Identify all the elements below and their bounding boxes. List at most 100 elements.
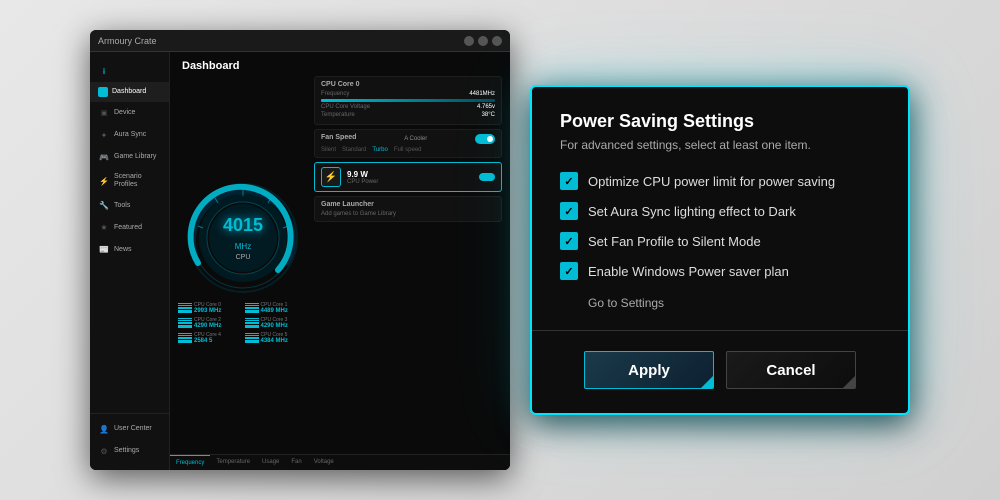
core-bar-icon-5 [245, 333, 259, 343]
checkbox-label-windows: Enable Windows Power saver plan [588, 264, 789, 279]
right-panel: CPU Core 0 Frequency 4481MHz CPU Core Vo… [314, 76, 502, 450]
fan-title: Fan Speed [321, 134, 356, 141]
sidebar-item-dashboard[interactable]: Dashboard [90, 82, 169, 102]
core-info-1: CPU Core 1 4489 MHz [261, 302, 288, 314]
cpu-core0-title: CPU Core 0 [321, 81, 495, 88]
sidebar-item-game-library[interactable]: 🎮 Game Library [90, 146, 169, 168]
game-launcher-title: Game Launcher [321, 201, 495, 208]
title-bar-controls [464, 36, 502, 46]
tab-voltage[interactable]: Voltage [308, 455, 340, 470]
sidebar-item-info: i [90, 60, 169, 82]
sidebar-label-user: User Center [114, 425, 152, 433]
core-mhz-3: 4290 MHz [261, 323, 288, 329]
core-mhz-5: 4384 MHz [261, 338, 288, 344]
core-info-3: CPU Core 3 4290 MHz [261, 317, 288, 329]
checkbox-item-fan[interactable]: Set Fan Profile to Silent Mode [560, 232, 880, 250]
cancel-button[interactable]: Cancel [726, 351, 856, 389]
freq-value: 4481MHz [469, 91, 495, 97]
freq-row: Frequency 4481MHz [321, 91, 495, 97]
tab-temperature[interactable]: Temperature [210, 455, 256, 470]
power-saving-card: ⚡ 9.9 W CPU Power [314, 162, 502, 192]
core-item-2: CPU Core 2 4290 MHz [178, 317, 242, 329]
checkbox-item-aura[interactable]: Set Aura Sync lighting effect to Dark [560, 202, 880, 220]
sidebar-item-user-center[interactable]: 👤 User Center [90, 418, 169, 440]
fan-preset-standard[interactable]: Standard [342, 147, 366, 153]
sidebar-item-aura-sync[interactable]: ✦ Aura Sync [90, 124, 169, 146]
fan-toggle: Fan Speed A Cooler [321, 134, 495, 144]
sidebar-item-tools[interactable]: 🔧 Tools [90, 195, 169, 217]
dialog-divider [532, 330, 908, 331]
core-info-0: CPU Core 0 2993 MHz [194, 302, 221, 314]
checkbox-item-cpu[interactable]: Optimize CPU power limit for power savin… [560, 172, 880, 190]
title-bar: Armoury Crate [90, 30, 510, 52]
dashboard-icon [98, 87, 108, 97]
checkbox-windows[interactable] [560, 262, 578, 280]
close-button[interactable] [492, 36, 502, 46]
power-icon: ⚡ [321, 167, 341, 187]
speedo-unit: MHz [235, 242, 251, 251]
tools-icon: 🔧 [98, 200, 110, 212]
core-mhz-0: 2993 MHz [194, 308, 221, 314]
fan-preset-turbo[interactable]: Turbo [372, 147, 387, 153]
sidebar: i Dashboard ▣ Device ✦ Aura Sync 🎮 Game … [90, 52, 170, 470]
sidebar-divider [90, 413, 169, 414]
settings-icon: ⚙ [98, 445, 110, 457]
fan-preset-full[interactable]: Full speed [394, 147, 422, 153]
game-icon: 🎮 [98, 151, 110, 163]
sidebar-item-device[interactable]: ▣ Device [90, 102, 169, 124]
sidebar-label-tools: Tools [114, 202, 130, 210]
app-title: Armoury Crate [98, 36, 157, 46]
scenario-icon: ⚡ [98, 175, 110, 187]
sidebar-label-scenario: Scenario Profiles [114, 173, 161, 190]
sidebar-label-aura: Aura Sync [114, 131, 146, 139]
goto-settings-link[interactable]: Go to Settings [588, 296, 880, 310]
power-saving-toggle[interactable] [479, 173, 495, 181]
sidebar-label-game: Game Library [114, 153, 156, 161]
core-bar-icon-3 [245, 318, 259, 328]
sidebar-item-featured[interactable]: ★ Featured [90, 217, 169, 239]
game-launcher-card: Game Launcher Add games to Game Library [314, 196, 502, 222]
maximize-button[interactable] [478, 36, 488, 46]
sidebar-label-featured: Featured [114, 224, 142, 232]
core-item-0: CPU Core 0 2993 MHz [178, 302, 242, 314]
temp-row: Temperature 38°C [321, 112, 495, 118]
checkbox-cpu[interactable] [560, 172, 578, 190]
checkbox-aura[interactable] [560, 202, 578, 220]
core-info-2: CPU Core 2 4290 MHz [194, 317, 221, 329]
apply-button[interactable]: Apply [584, 351, 714, 389]
core-mhz-2: 4290 MHz [194, 323, 221, 329]
speedo-label: CPU [223, 254, 263, 261]
tab-fan[interactable]: Fan [285, 455, 307, 470]
speedometer-area: 4015 MHz CPU [178, 76, 308, 450]
device-icon: ▣ [98, 107, 110, 119]
sidebar-item-news[interactable]: 📰 News [90, 239, 169, 261]
tab-frequency[interactable]: Frequency [170, 455, 210, 470]
checkbox-label-cpu: Optimize CPU power limit for power savin… [588, 174, 835, 189]
sidebar-label-dashboard: Dashboard [112, 88, 146, 96]
fan-toggle-switch[interactable] [475, 134, 495, 144]
tab-usage[interactable]: Usage [256, 455, 285, 470]
speedometer: 4015 MHz CPU [183, 178, 303, 298]
user-icon: 👤 [98, 423, 110, 435]
dashboard-body: 4015 MHz CPU [170, 76, 510, 454]
power-watts: 9.9 W [347, 170, 378, 179]
core-stats: CPU Core 0 2993 MHz CPU Core 1 [178, 298, 308, 348]
checkbox-fan[interactable] [560, 232, 578, 250]
sidebar-label-news: News [114, 246, 132, 254]
core-bar-icon-2 [178, 318, 192, 328]
power-info: 9.9 W CPU Power [347, 170, 378, 185]
core-item-4: CPU Core 4 2584 5 [178, 332, 242, 344]
sidebar-item-scenario[interactable]: ⚡ Scenario Profiles [90, 168, 169, 195]
fan-preset-silent[interactable]: Silent [321, 147, 336, 153]
speedo-number: 4015 [223, 215, 263, 236]
freq-label: Frequency [321, 91, 349, 97]
sidebar-item-settings[interactable]: ⚙ Settings [90, 440, 169, 462]
fan-speed-card: Fan Speed A Cooler Silent Standard Turbo… [314, 129, 502, 158]
power-sub: CPU Power [347, 179, 378, 185]
app-window: Armoury Crate i Dashboard ▣ Device [90, 30, 510, 470]
core-item-5: CPU Core 5 4384 MHz [245, 332, 309, 344]
news-icon: 📰 [98, 244, 110, 256]
checkbox-item-windows[interactable]: Enable Windows Power saver plan [560, 262, 880, 280]
bottom-tabs: Frequency Temperature Usage Fan Voltage [170, 454, 510, 470]
minimize-button[interactable] [464, 36, 474, 46]
